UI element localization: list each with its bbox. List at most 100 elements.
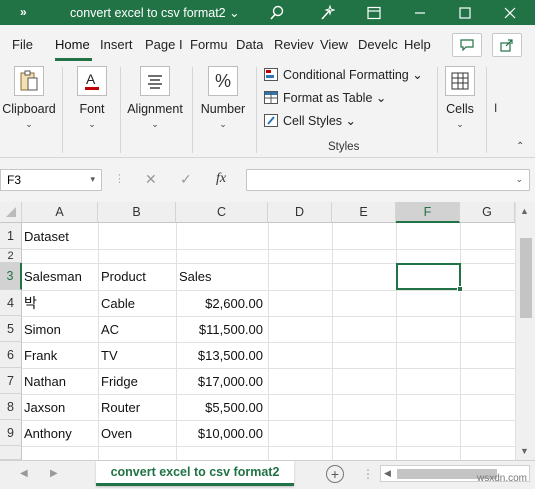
column-header-c[interactable]: C	[176, 202, 268, 223]
row-header-3[interactable]: 3	[0, 263, 22, 290]
row-header-5[interactable]: 5	[0, 316, 22, 342]
cell-c7[interactable]: $17,000.00	[176, 368, 263, 394]
format-as-table-button[interactable]: Format as Table ⌄	[264, 90, 386, 105]
column-header-b[interactable]: B	[98, 202, 176, 223]
row-header-10[interactable]	[0, 446, 22, 460]
cell-c5[interactable]: $11,500.00	[176, 316, 263, 342]
cell-styles-button[interactable]: Cell Styles ⌄	[264, 113, 356, 128]
cell-b9[interactable]: Oven	[101, 420, 132, 446]
chevron-down-icon: ⌄	[88, 119, 96, 129]
window-title[interactable]: convert excel to csv format2 ⌄	[70, 5, 240, 20]
cell-b6[interactable]: TV	[101, 342, 118, 368]
row-header-2[interactable]: 2	[0, 249, 22, 263]
align-icon	[140, 66, 170, 96]
cell-c4[interactable]: $2,600.00	[176, 290, 263, 316]
share-icon[interactable]	[492, 33, 522, 57]
cell-a3[interactable]: Salesman	[24, 263, 82, 290]
row-header-9[interactable]: 9	[0, 420, 22, 446]
font-color-icon: A	[77, 66, 107, 96]
active-cell-f3[interactable]	[396, 263, 463, 292]
insert-function-icon[interactable]: fx	[216, 171, 226, 187]
cell-b8[interactable]: Router	[101, 394, 140, 420]
add-sheet-button[interactable]: +	[326, 465, 344, 483]
tab-page-layout[interactable]: Page I	[145, 37, 185, 52]
prev-sheet-icon[interactable]: ◀	[20, 468, 28, 479]
row-header-6[interactable]: 6	[0, 342, 22, 368]
column-header-d[interactable]: D	[268, 202, 332, 223]
ribbon-display-icon[interactable]	[364, 3, 384, 23]
name-box[interactable]: F3 ▾	[0, 169, 102, 191]
sheet-tab-active[interactable]: convert excel to csv format2	[96, 461, 294, 486]
cell-a4[interactable]: 박	[24, 290, 37, 316]
minimize-icon[interactable]	[410, 3, 430, 23]
drag-handle-icon[interactable]: ⋮	[114, 172, 125, 185]
select-all-corner[interactable]	[0, 202, 22, 223]
chevron-down-icon[interactable]: ⌄	[515, 174, 523, 185]
scroll-down-icon[interactable]: ▼	[520, 446, 529, 456]
enter-icon[interactable]: ✓	[180, 171, 192, 188]
cell-c8[interactable]: $5,500.00	[176, 394, 263, 420]
divider	[437, 67, 438, 153]
cell-a7[interactable]: Nathan	[24, 368, 66, 394]
close-icon[interactable]	[500, 3, 520, 23]
conditional-formatting-button[interactable]: Conditional Formatting ⌄	[264, 67, 423, 82]
tab-split-handle-icon[interactable]: ⋮	[362, 467, 374, 481]
select-all-icon	[5, 207, 16, 217]
next-sheet-icon[interactable]: ▶	[50, 468, 58, 479]
column-header-e[interactable]: E	[332, 202, 396, 223]
cell-a6[interactable]: Frank	[24, 342, 57, 368]
paste-icon	[14, 66, 44, 96]
maximize-icon[interactable]	[455, 3, 475, 23]
cell-c6[interactable]: $13,500.00	[176, 342, 263, 368]
number-button[interactable]: % Number ⌄	[198, 61, 248, 130]
more-groups-label[interactable]: I	[494, 101, 497, 115]
tab-developer[interactable]: Develc	[358, 37, 398, 52]
vertical-scroll-thumb[interactable]	[520, 238, 532, 318]
cell-b4[interactable]: Cable	[101, 290, 135, 316]
chevron-down-icon[interactable]: ▾	[90, 174, 95, 185]
row-header-8[interactable]: 8	[0, 394, 22, 420]
row-header-7[interactable]: 7	[0, 368, 22, 394]
quick-access-more-icon[interactable]: »	[20, 5, 27, 19]
cancel-icon[interactable]: ✕	[145, 171, 157, 188]
formula-input[interactable]: ⌄	[246, 169, 530, 191]
column-header-g[interactable]: G	[460, 202, 515, 223]
vertical-scrollbar[interactable]: ▲ ▼	[515, 202, 535, 460]
cell-a1[interactable]: Dataset	[24, 223, 69, 249]
cell-c3[interactable]: Sales	[179, 263, 212, 290]
column-header-a[interactable]: A	[22, 202, 98, 223]
tab-insert[interactable]: Insert	[100, 37, 133, 52]
cell-c9[interactable]: $10,000.00	[176, 420, 263, 446]
column-header-f[interactable]: F	[396, 202, 460, 223]
cells-button[interactable]: Cells ⌄	[442, 61, 478, 130]
tab-file[interactable]: File	[12, 37, 33, 52]
scroll-up-icon[interactable]: ▲	[520, 206, 529, 216]
row-header-1[interactable]: 1	[0, 223, 22, 249]
tab-data[interactable]: Data	[236, 37, 263, 52]
tab-home[interactable]: Home	[55, 37, 90, 52]
cell-b5[interactable]: AC	[101, 316, 119, 342]
clipboard-button[interactable]: Clipboard ⌄	[2, 61, 56, 130]
conditional-formatting-icon	[264, 68, 278, 81]
row-header-4[interactable]: 4	[0, 290, 22, 316]
gridline	[22, 394, 515, 395]
search-icon[interactable]	[267, 3, 287, 23]
cell-b3[interactable]: Product	[101, 263, 146, 290]
comments-icon[interactable]	[452, 33, 482, 57]
tab-view[interactable]: View	[320, 37, 348, 52]
cell-a8[interactable]: Jaxson	[24, 394, 65, 420]
sheet-tab-label: convert excel to csv format2	[110, 465, 280, 479]
fill-handle[interactable]	[457, 286, 463, 292]
cell-b7[interactable]: Fridge	[101, 368, 138, 394]
magic-wand-icon[interactable]	[317, 3, 337, 23]
tab-formulas[interactable]: Formu	[190, 37, 228, 52]
worksheet-grid[interactable]: A B C D E F G 1 2 3 4 5 6 7 8 9 Dataset …	[0, 202, 535, 460]
cell-a5[interactable]: Simon	[24, 316, 61, 342]
collapse-ribbon-icon[interactable]: ⌃	[516, 141, 524, 152]
tab-help[interactable]: Help	[404, 37, 431, 52]
font-button[interactable]: A Font ⌄	[72, 61, 112, 130]
scroll-left-icon[interactable]: ◀	[384, 468, 391, 479]
alignment-button[interactable]: Alignment ⌄	[124, 61, 186, 130]
cell-a9[interactable]: Anthony	[24, 420, 72, 446]
tab-review[interactable]: Reviev	[274, 37, 314, 52]
